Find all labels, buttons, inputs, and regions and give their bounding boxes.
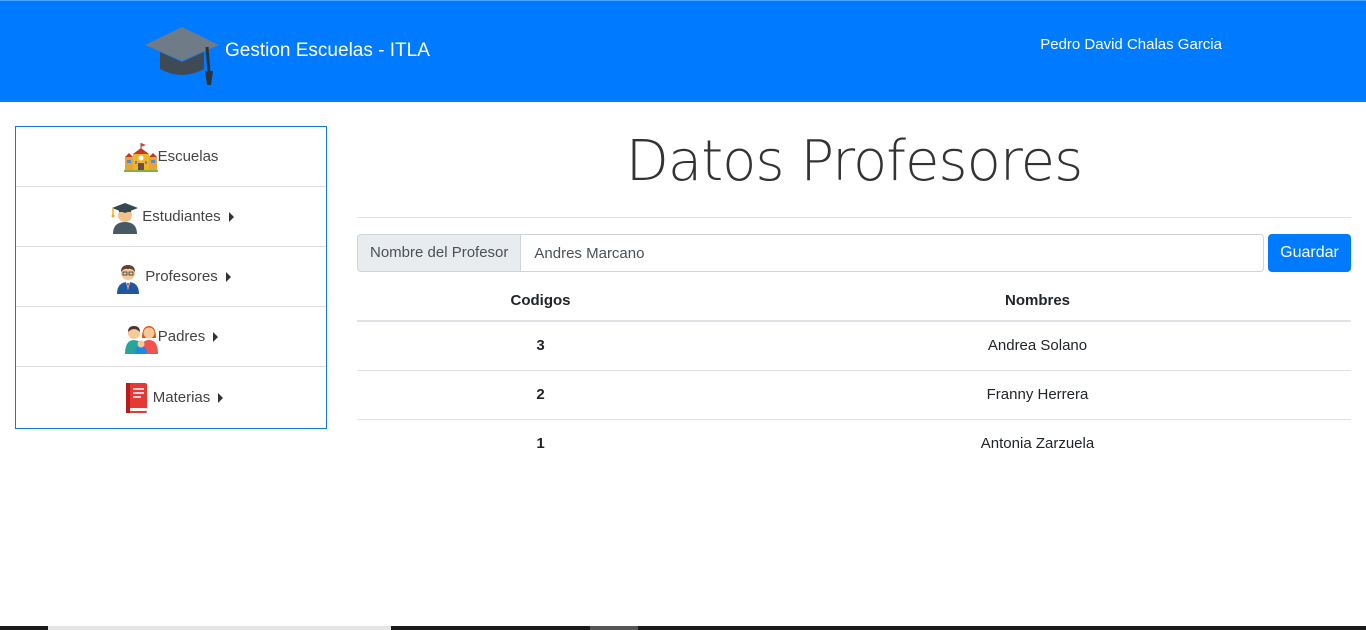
graduation-cap-icon: [145, 27, 219, 85]
page-title: Datos Profesores: [625, 129, 1084, 194]
sidebar-item-label: Profesores: [145, 268, 218, 285]
sidebar-menu: Escuelas Estudiantes Profesores Padres M…: [15, 126, 327, 429]
top-navbar: Gestion Escuelas - ITLA Pedro David Chal…: [0, 0, 1366, 102]
teachers-table: Codigos Nombres 3 Andrea Solano 2 Franny…: [357, 281, 1351, 468]
horizontal-scrollbar[interactable]: [0, 626, 1366, 630]
row-code: 3: [536, 337, 545, 355]
sidebar-item-label: Materias: [152, 389, 211, 406]
table-header-row: Codigos Nombres: [357, 281, 1351, 322]
user-name[interactable]: Pedro David Chalas Garcia: [1040, 36, 1222, 53]
sidebar-item-profesores[interactable]: Profesores: [16, 247, 326, 307]
row-name: Antonia Zarzuela: [724, 418, 1351, 468]
table-row[interactable]: 1 Antonia Zarzuela: [357, 418, 1351, 468]
sidebar-item-label: Escuelas: [157, 148, 219, 165]
table-row[interactable]: 2 Franny Herrera: [357, 369, 1351, 419]
parents-icon: [124, 325, 158, 354]
row-code: 1: [357, 418, 724, 468]
caret-right-icon: [218, 392, 224, 403]
teacher-form: Nombre del Profesor Guardar: [357, 234, 1351, 272]
caret-right-icon: [228, 211, 234, 222]
save-button[interactable]: Guardar: [1268, 234, 1351, 272]
brand-title: Gestion Escuelas - ITLA: [225, 40, 430, 61]
book-icon: [125, 382, 147, 413]
teacher-name-input[interactable]: [520, 234, 1264, 272]
sidebar-item-label: Estudiantes: [142, 208, 221, 225]
main-content: Datos Profesores Nombre del Profesor Gua…: [357, 110, 1351, 468]
row-name: Andrea Solano: [987, 337, 1088, 355]
row-code: 2: [357, 369, 724, 419]
caret-right-icon: [225, 271, 231, 282]
brand[interactable]: Gestion Escuelas - ITLA: [143, 25, 430, 87]
school-building-icon: [123, 142, 158, 172]
row-name: Franny Herrera: [724, 369, 1351, 419]
teacher-icon: [117, 264, 140, 294]
sidebar-item-label: Padres: [157, 328, 206, 345]
caret-right-icon: [213, 331, 219, 342]
sidebar-item-estudiantes[interactable]: Estudiantes: [16, 187, 326, 247]
scrollbar-segment: [590, 626, 638, 630]
sidebar-item-padres[interactable]: Padres: [16, 307, 326, 367]
teacher-name-label: Nombre del Profesor: [357, 234, 521, 272]
table-row[interactable]: 3 Andrea Solano: [357, 321, 1351, 370]
divider: [357, 217, 1351, 218]
sidebar-item-materias[interactable]: Materias: [16, 367, 326, 428]
scrollbar-segment: [48, 626, 391, 630]
column-header-codigos: Codigos: [357, 281, 724, 322]
student-graduate-icon: [111, 202, 139, 234]
sidebar-item-escuelas[interactable]: Escuelas: [16, 127, 326, 187]
column-header-nombres: Nombres: [724, 281, 1351, 322]
